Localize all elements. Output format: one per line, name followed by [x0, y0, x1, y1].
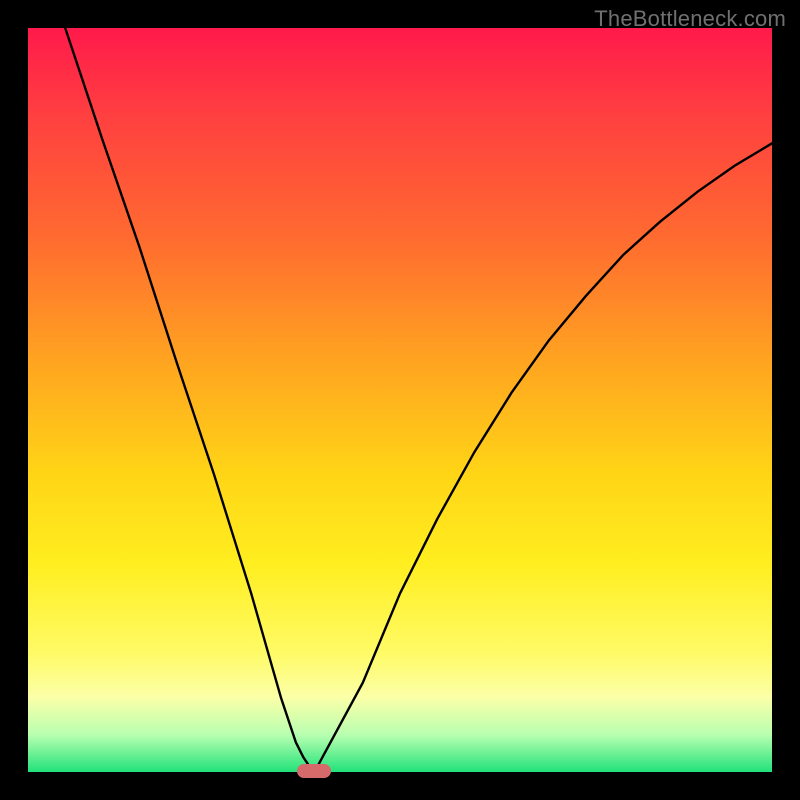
watermark-text: TheBottleneck.com	[594, 6, 786, 32]
plot-area	[28, 28, 772, 772]
chart-frame: TheBottleneck.com	[0, 0, 800, 800]
bottleneck-curve	[28, 28, 772, 772]
minimum-marker	[297, 764, 331, 778]
